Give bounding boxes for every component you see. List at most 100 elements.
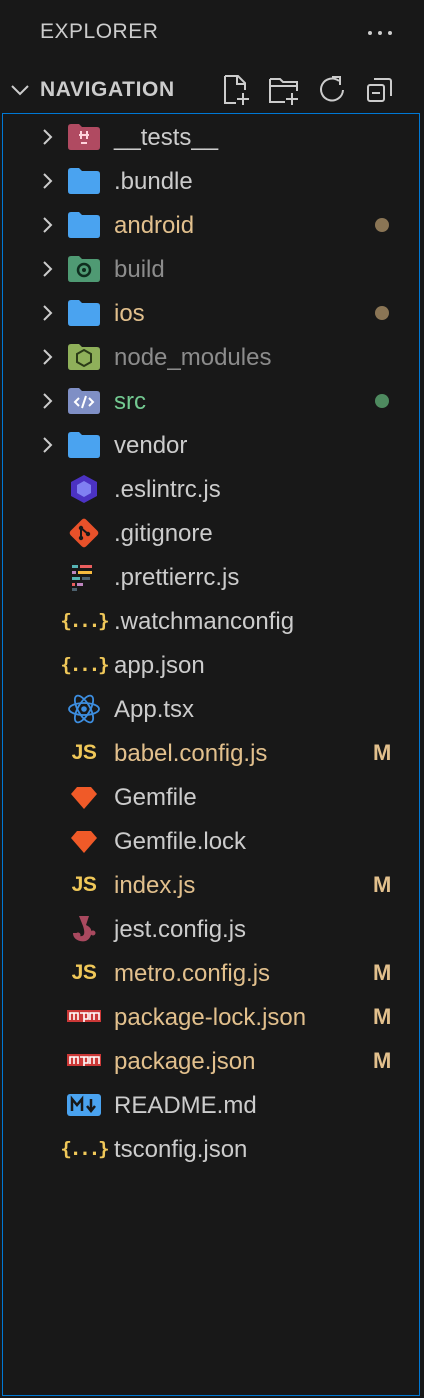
tree-item-label: jest.config.js <box>114 916 247 943</box>
tree-item-label: vendor <box>114 432 188 459</box>
ruby-gem-icon <box>67 826 101 856</box>
file-row[interactable]: {...} .watchmanconfig <box>3 599 419 643</box>
tree-item-label: .gitignore <box>114 520 213 547</box>
tree-item-label: tsconfig.json <box>114 1136 248 1163</box>
tree-item-label: node_modules <box>114 344 272 371</box>
chevron-right-icon[interactable] <box>37 303 57 323</box>
git-status-dot <box>375 218 389 232</box>
chevron-right-icon[interactable] <box>37 215 57 235</box>
tree-item-label: src <box>114 388 146 415</box>
tree-item-label: App.tsx <box>114 696 195 723</box>
folder-icon <box>67 430 101 460</box>
tree-item-label: Gemfile <box>114 784 197 811</box>
tree-item-label: __tests__ <box>114 124 219 151</box>
file-row[interactable]: {...} app.json <box>3 643 419 687</box>
refresh-icon <box>320 76 344 102</box>
tree-item-label: build <box>114 256 165 283</box>
folder-row[interactable]: android <box>3 203 419 247</box>
navigation-section-header[interactable]: NAVIGATION <box>0 68 424 112</box>
git-modified-badge: M <box>373 960 392 985</box>
explorer-title: EXPLORER <box>40 20 159 43</box>
tree-item-label: android <box>114 212 195 239</box>
new-folder-button[interactable] <box>264 72 304 108</box>
tree-item-label: README.md <box>114 1092 257 1119</box>
section-title: NAVIGATION <box>40 78 175 101</box>
file-row[interactable]: App.tsx <box>3 687 419 731</box>
collapse-all-button[interactable] <box>360 72 400 108</box>
file-row[interactable]: JS index.js M <box>3 863 419 907</box>
file-row[interactable]: .eslintrc.js <box>3 467 419 511</box>
collapse-all-icon <box>367 78 392 102</box>
file-row[interactable]: JS babel.config.js M <box>3 731 419 775</box>
javascript-icon: JS <box>71 961 97 984</box>
javascript-icon: JS <box>71 741 97 764</box>
json-braces-icon: {...} <box>60 610 109 632</box>
file-row[interactable]: JS metro.config.js M <box>3 951 419 995</box>
git-modified-badge: M <box>373 740 392 765</box>
tree-item-label: metro.config.js <box>114 960 271 987</box>
chevron-right-icon[interactable] <box>37 127 57 147</box>
file-tree: __tests__ .bundle android build ios node_modu… <box>2 113 420 1396</box>
git-modified-badge: M <box>373 1004 392 1029</box>
folder-icon <box>67 210 101 240</box>
folder-row[interactable]: src <box>3 379 419 423</box>
chevron-right-icon[interactable] <box>37 259 57 279</box>
tree-item-label: package.json <box>114 1048 256 1075</box>
folder-row[interactable]: vendor <box>3 423 419 467</box>
chevron-right-icon[interactable] <box>37 171 57 191</box>
folder-row[interactable]: build <box>3 247 419 291</box>
ellipsis-icon <box>368 31 392 35</box>
new-file-button[interactable] <box>216 72 256 108</box>
src-folder-icon <box>67 386 101 416</box>
folder-row[interactable]: .bundle <box>3 159 419 203</box>
file-row[interactable]: package-lock.json M <box>3 995 419 1039</box>
tree-item-label: Gemfile.lock <box>114 828 247 855</box>
new-folder-icon <box>269 78 298 105</box>
javascript-icon: JS <box>71 873 97 896</box>
git-status-dot <box>375 394 389 408</box>
folder-row[interactable]: ios <box>3 291 419 335</box>
json-braces-icon: {...} <box>60 1138 109 1160</box>
tree-item-label: .bundle <box>114 168 193 195</box>
file-row[interactable]: jest.config.js <box>3 907 419 951</box>
chevron-down-icon <box>11 85 29 96</box>
more-actions-button[interactable] <box>362 18 398 48</box>
chevron-right-icon[interactable] <box>37 347 57 367</box>
tree-item-label: .eslintrc.js <box>114 476 221 503</box>
ruby-gem-icon <box>67 782 101 812</box>
git-status-dot <box>375 306 389 320</box>
folder-row[interactable]: __tests__ <box>3 115 419 159</box>
new-file-icon <box>224 75 249 105</box>
file-row[interactable]: {...} tsconfig.json <box>3 1127 419 1171</box>
node-folder-icon <box>67 342 101 372</box>
git-modified-badge: M <box>373 1048 392 1073</box>
file-row[interactable]: .prettierrc.js <box>3 555 419 599</box>
tree-item-label: package-lock.json <box>114 1004 307 1031</box>
chevron-right-icon[interactable] <box>37 391 57 411</box>
chevron-right-icon[interactable] <box>37 435 57 455</box>
git-modified-badge: M <box>373 872 392 897</box>
explorer-header: EXPLORER <box>0 0 424 66</box>
file-row[interactable]: .gitignore <box>3 511 419 555</box>
json-braces-icon: {...} <box>60 654 109 676</box>
tree-item-label: app.json <box>114 652 205 679</box>
refresh-button[interactable] <box>312 72 352 108</box>
tests-folder-icon <box>67 122 101 152</box>
react-icon <box>67 694 101 724</box>
npm-icon <box>67 1046 101 1076</box>
folder-icon <box>67 298 101 328</box>
explorer-panel: EXPLORER NAVIGATION __tests__ .bundle an… <box>0 0 424 1398</box>
file-row[interactable]: README.md <box>3 1083 419 1127</box>
folder-row[interactable]: node_modules <box>3 335 419 379</box>
tree-item-label: babel.config.js <box>114 740 268 767</box>
file-row[interactable]: Gemfile.lock <box>3 819 419 863</box>
file-row[interactable]: Gemfile <box>3 775 419 819</box>
prettier-icon <box>67 562 101 592</box>
section-actions <box>216 72 400 108</box>
tree-item-label: .watchmanconfig <box>114 608 295 635</box>
git-icon <box>67 518 101 548</box>
file-row[interactable]: package.json M <box>3 1039 419 1083</box>
tree-item-label: .prettierrc.js <box>114 564 240 591</box>
tree-item-label: ios <box>114 300 145 327</box>
folder-icon <box>67 166 101 196</box>
